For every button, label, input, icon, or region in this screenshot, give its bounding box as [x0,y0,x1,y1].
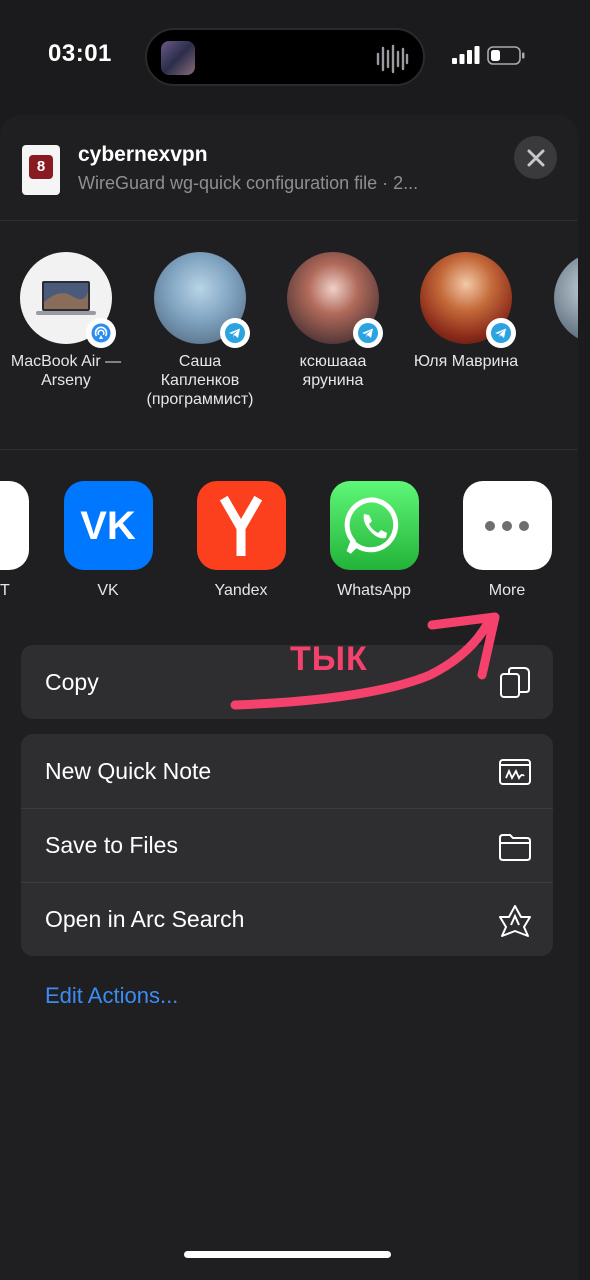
person-name: ксюшааа ярунина [299,353,367,389]
action-label: Copy [45,668,99,695]
app-more[interactable]: More [447,481,567,600]
arc-search-icon [499,905,531,937]
vk-icon: VK [63,481,153,570]
avatar [420,252,516,348]
file-title: cybernexvpn [78,143,208,166]
yandex-icon [196,481,286,570]
apps-row: T VK VK Yandex WhatsApp More [0,451,578,611]
cellular-signal-icon [452,46,480,64]
app-label: More [488,582,526,599]
app-yandex[interactable]: Yandex [181,481,301,600]
avatar [20,252,116,348]
app-label: WhatsApp [337,582,411,599]
app-vk[interactable]: VK VK [48,481,168,600]
status-time: 03:01 [48,40,112,67]
chatgpt-icon [0,481,29,570]
share-target-ksyusha[interactable]: ксюшааа ярунина [273,252,393,390]
telegram-icon [220,318,250,348]
secondary-actions: New Quick Note Save to Files Open in Arc… [21,734,553,956]
audio-waveform-icon [376,44,409,74]
people-row: MacBook Air — Arseny Саша Капленков (про… [0,222,578,450]
action-save-to-files[interactable]: Save to Files [21,808,553,882]
avatar [554,252,578,344]
now-playing-artwork [161,41,195,75]
telegram-icon [486,318,516,348]
person-name: Юля Маврина [413,353,519,370]
status-bar: 03:01 [0,0,590,110]
share-target-macbook[interactable]: MacBook Air — Arseny [6,252,126,390]
action-label: New Quick Note [45,757,212,784]
share-target-partial[interactable] [540,252,578,344]
more-icon [462,481,552,570]
file-subtitle: WireGuard wg-quick configuration file · … [78,173,419,193]
telegram-icon [353,318,383,348]
home-indicator[interactable] [184,1251,391,1258]
person-name: MacBook Air — Arseny [10,353,122,389]
annotation-arrow [230,612,500,710]
file-icon: 8 [22,145,60,195]
action-label: Save to Files [45,832,178,858]
edit-actions-link[interactable]: Edit Actions... [45,983,178,1009]
share-target-yulia[interactable]: Юля Маврина [406,252,526,371]
app-label: VK [97,582,119,599]
app-label: T [0,582,10,599]
action-new-quick-note[interactable]: New Quick Note [21,734,553,808]
avatar [154,252,250,348]
quick-note-icon [499,759,531,785]
app-chatgpt[interactable]: T [0,481,44,600]
file-header: 8 cybernexvpn WireGuard wg-quick configu… [0,115,578,221]
app-whatsapp[interactable]: WhatsApp [314,481,434,600]
person-name: Саша Капленков (программист) [146,353,254,408]
close-button[interactable] [514,136,557,179]
battery-icon [487,46,525,65]
share-target-sasha[interactable]: Саша Капленков (программист) [140,252,260,409]
app-label: Yandex [214,582,268,599]
svg-text:VK: VK [80,506,136,546]
close-icon [527,149,544,166]
avatar [287,252,383,348]
action-open-in-arc-search[interactable]: Open in Arc Search [21,882,553,956]
dynamic-island[interactable] [145,28,425,86]
whatsapp-icon [329,481,419,570]
airdrop-icon [86,318,116,348]
annotation-text: ТЫК [290,640,368,678]
folder-icon [499,834,531,861]
wireguard-icon: 8 [29,155,53,179]
action-label: Open in Arc Search [45,906,245,932]
